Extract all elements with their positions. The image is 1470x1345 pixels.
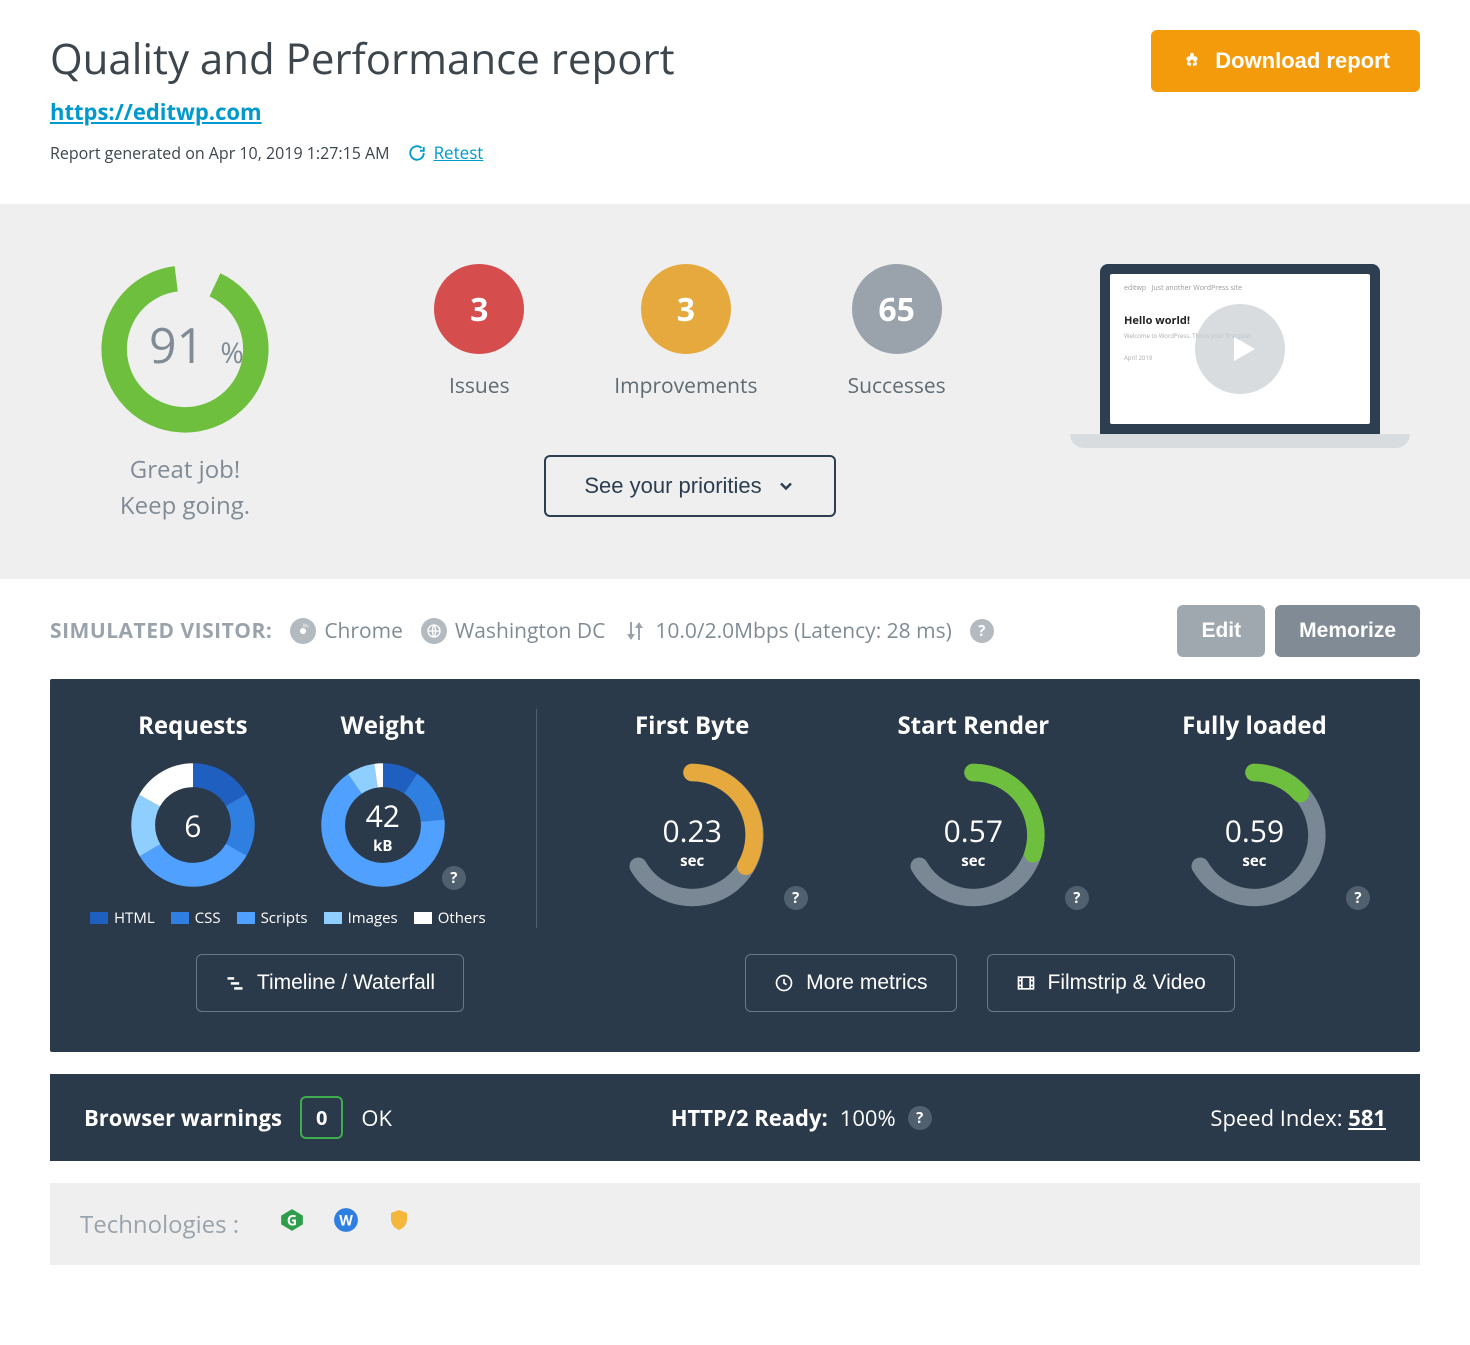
globe-icon — [421, 618, 447, 644]
svg-text:G: G — [287, 1211, 297, 1230]
page-title: Quality and Performance report — [50, 30, 675, 87]
fully-loaded-unit: sec — [1242, 851, 1266, 871]
timeline-waterfall-button[interactable]: Timeline / Waterfall — [196, 954, 464, 1012]
technologies-label: Technologies : — [80, 1208, 239, 1241]
successes-count: 65 — [852, 264, 942, 354]
see-priorities-button[interactable]: See your priorities — [544, 455, 835, 517]
issues-count: 3 — [434, 264, 524, 354]
tech-icon-shield[interactable] — [387, 1207, 411, 1241]
download-label: Download report — [1215, 48, 1390, 74]
memorize-button[interactable]: Memorize — [1275, 605, 1420, 657]
first-byte-unit: sec — [680, 851, 704, 871]
fully-loaded-gauge: Fully loaded 0.59 sec ? — [1129, 709, 1380, 910]
first-byte-title: First Byte — [567, 709, 818, 742]
site-url-link[interactable]: https://editwp.com — [50, 97, 262, 127]
timeline-label: Timeline / Waterfall — [257, 971, 435, 995]
warnings-label: Browser warnings — [84, 1103, 282, 1133]
svg-text:W: W — [339, 1211, 353, 1230]
score-gauge: 91 % — [100, 264, 270, 434]
weight-unit: kB — [373, 836, 392, 856]
score-msg-1: Great job! — [50, 452, 320, 488]
improvements-count: 3 — [641, 264, 731, 354]
visitor-browser: Chrome — [324, 617, 403, 645]
chrome-icon — [290, 618, 316, 644]
filmstrip-icon — [1016, 973, 1036, 993]
fully-loaded-value: 0.59 — [1225, 810, 1284, 851]
download-report-button[interactable]: Download report — [1151, 30, 1420, 92]
http2-help-icon[interactable]: ? — [908, 1106, 932, 1130]
first-byte-gauge: First Byte 0.23 sec ? — [567, 709, 818, 910]
svg-text:%: % — [220, 334, 243, 372]
warnings-ok: OK — [361, 1103, 392, 1133]
speed-index-label: Speed Index: — [1210, 1103, 1342, 1133]
requests-donut: Requests 6 — [128, 709, 258, 890]
improvements-label: Improvements — [614, 372, 757, 400]
refresh-icon — [408, 144, 426, 162]
start-render-value: 0.57 — [944, 810, 1003, 851]
successes-label: Successes — [848, 372, 946, 400]
filmstrip-video-button[interactable]: Filmstrip & Video — [987, 954, 1235, 1012]
download-icon — [1181, 50, 1203, 72]
weight-title: Weight — [318, 709, 448, 742]
tech-icon-wordpress[interactable]: W — [333, 1207, 359, 1241]
start-render-title: Start Render — [848, 709, 1099, 742]
svg-text:91: 91 — [149, 313, 204, 378]
priorities-label: See your priorities — [584, 473, 761, 499]
start-render-help-icon[interactable]: ? — [1065, 886, 1089, 910]
waterfall-icon — [225, 973, 245, 993]
warnings-count: 0 — [300, 1096, 343, 1139]
http2-label: HTTP/2 Ready: — [671, 1103, 828, 1133]
score-msg-2: Keep going. — [50, 488, 320, 524]
throughput-icon — [623, 619, 647, 643]
visitor-location: Washington DC — [455, 617, 605, 645]
preview-player[interactable]: editwp Just another WordPress site Hello… — [1070, 264, 1410, 448]
generated-timestamp: Report generated on Apr 10, 2019 1:27:15… — [50, 142, 390, 164]
visitor-help-icon[interactable]: ? — [970, 619, 994, 643]
weight-help-icon[interactable]: ? — [442, 866, 466, 890]
weight-donut: Weight 42 kB — [318, 709, 448, 890]
donut-legend: HTML CSS Scripts Images Others — [90, 908, 486, 928]
start-render-gauge: Start Render 0.57 sec ? — [848, 709, 1099, 910]
chevron-down-icon — [776, 476, 796, 496]
edit-visitor-button[interactable]: Edit — [1177, 605, 1265, 657]
issues-label: Issues — [434, 372, 524, 400]
requests-value: 6 — [184, 805, 201, 846]
speed-index-value[interactable]: 581 — [1348, 1103, 1386, 1133]
retest-link[interactable]: Retest — [408, 141, 484, 164]
filmstrip-label: Filmstrip & Video — [1048, 971, 1206, 995]
tech-icon-green-g[interactable]: G — [279, 1207, 305, 1241]
play-icon — [1195, 304, 1285, 394]
first-byte-help-icon[interactable]: ? — [784, 886, 808, 910]
weight-value: 42 — [366, 795, 400, 836]
fully-loaded-title: Fully loaded — [1129, 709, 1380, 742]
http2-value: 100% — [840, 1103, 896, 1133]
retest-label: Retest — [434, 141, 484, 164]
start-render-unit: sec — [961, 851, 985, 871]
fully-loaded-help-icon[interactable]: ? — [1346, 886, 1370, 910]
clock-icon — [774, 973, 794, 993]
requests-title: Requests — [128, 709, 258, 742]
visitor-label: SIMULATED VISITOR: — [50, 617, 272, 645]
first-byte-value: 0.23 — [663, 810, 722, 851]
visitor-throughput: 10.0/2.0Mbps (Latency: 28 ms) — [655, 617, 951, 645]
more-metrics-button[interactable]: More metrics — [745, 954, 956, 1012]
more-metrics-label: More metrics — [806, 971, 927, 995]
